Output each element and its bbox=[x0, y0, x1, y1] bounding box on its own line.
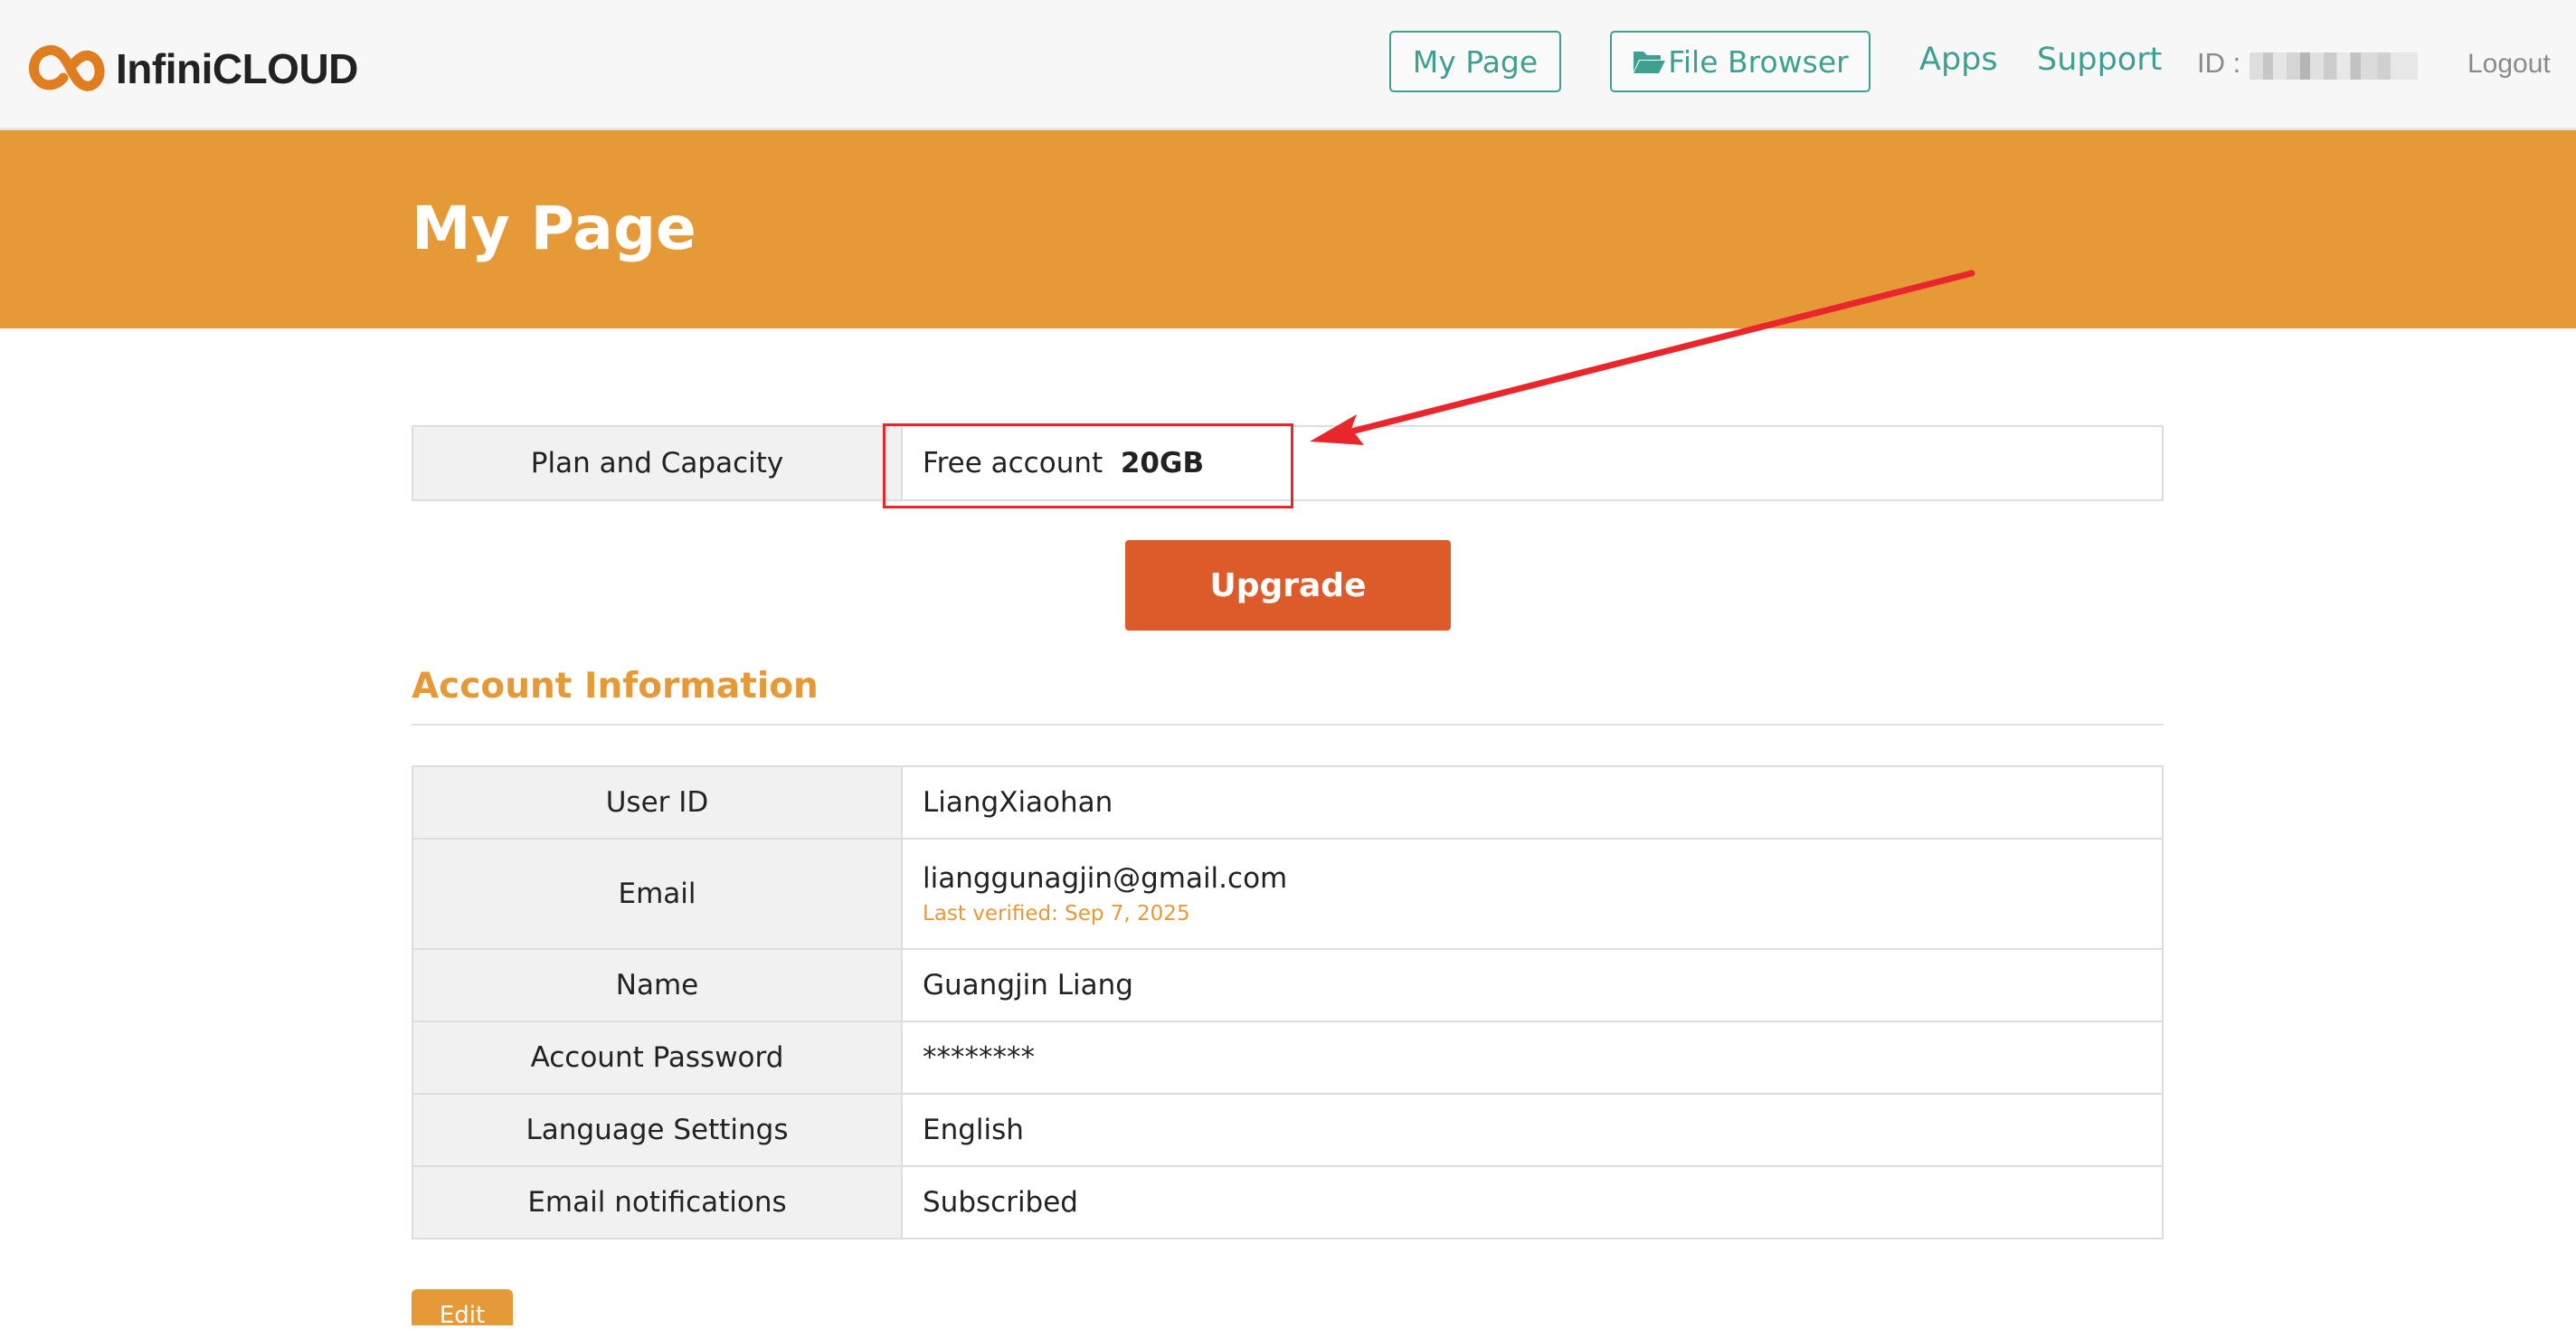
notifications-value: Subscribed bbox=[901, 1165, 2164, 1239]
logo-text: InfiniCLOUD bbox=[116, 45, 358, 92]
nav-apps-link[interactable]: Apps bbox=[1919, 42, 1998, 78]
account-information-heading: Account Information bbox=[412, 666, 819, 707]
annotation-highlight-box bbox=[883, 423, 1293, 508]
infinity-loop-icon bbox=[28, 44, 105, 91]
email-row-label: Email bbox=[412, 838, 903, 950]
table-row: Email notifications Subscribed bbox=[412, 1165, 2164, 1239]
name-row-label: Name bbox=[412, 948, 903, 1022]
user-id-row-label: User ID bbox=[412, 765, 903, 840]
upgrade-button[interactable]: Upgrade bbox=[1125, 540, 1451, 631]
redacted-user-id bbox=[2249, 52, 2418, 80]
logout-link[interactable]: Logout bbox=[2467, 49, 2551, 80]
edit-label: Edit bbox=[439, 1302, 486, 1329]
password-row-label: Account Password bbox=[412, 1020, 903, 1095]
upgrade-label: Upgrade bbox=[1209, 566, 1367, 604]
email-value: lianggunagjin@gmail.com bbox=[923, 862, 1288, 895]
email-verified-note: Last verified: Sep 7, 2025 bbox=[923, 902, 1190, 926]
nav-file-browser-button[interactable]: File Browser bbox=[1610, 31, 1870, 92]
table-row: Name Guangjin Liang bbox=[412, 948, 2164, 1022]
table-row: Email lianggunagjin@gmail.com Last verif… bbox=[412, 838, 2164, 950]
infinicloud-logo[interactable]: InfiniCLOUD bbox=[27, 40, 358, 98]
nav-my-page-label: My Page bbox=[1412, 43, 1539, 80]
password-value: ******** bbox=[901, 1020, 2164, 1095]
table-row: Account Password ******** bbox=[412, 1020, 2164, 1095]
top-navigation-bar: InfiniCLOUD My Page File Browser Apps Su… bbox=[0, 0, 2576, 130]
edit-button[interactable]: Edit bbox=[412, 1289, 513, 1329]
folder-open-icon bbox=[1634, 52, 1666, 73]
email-cell: lianggunagjin@gmail.com Last verified: S… bbox=[901, 838, 2164, 950]
nav-my-page-button[interactable]: My Page bbox=[1389, 31, 1561, 92]
account-info-table: User ID LiangXiaohan Email lianggunagjin… bbox=[412, 765, 2164, 1239]
language-value: English bbox=[901, 1093, 2164, 1167]
plan-label: Plan and Capacity bbox=[412, 425, 903, 501]
table-row: Language Settings English bbox=[412, 1093, 2164, 1167]
notifications-row-label: Email notifications bbox=[412, 1165, 903, 1239]
language-row-label: Language Settings bbox=[412, 1093, 903, 1167]
nav-support-link[interactable]: Support bbox=[2037, 42, 2162, 78]
user-id-value: LiangXiaohan bbox=[901, 765, 2164, 840]
name-value: Guangjin Liang bbox=[901, 948, 2164, 1022]
user-id-label: ID : bbox=[2197, 47, 2241, 79]
page-banner: My Page bbox=[0, 130, 2576, 328]
page-title: My Page bbox=[412, 194, 696, 263]
table-row: User ID LiangXiaohan bbox=[412, 765, 2164, 840]
section-divider bbox=[412, 724, 2164, 726]
nav-file-browser-label: File Browser bbox=[1668, 43, 1849, 80]
